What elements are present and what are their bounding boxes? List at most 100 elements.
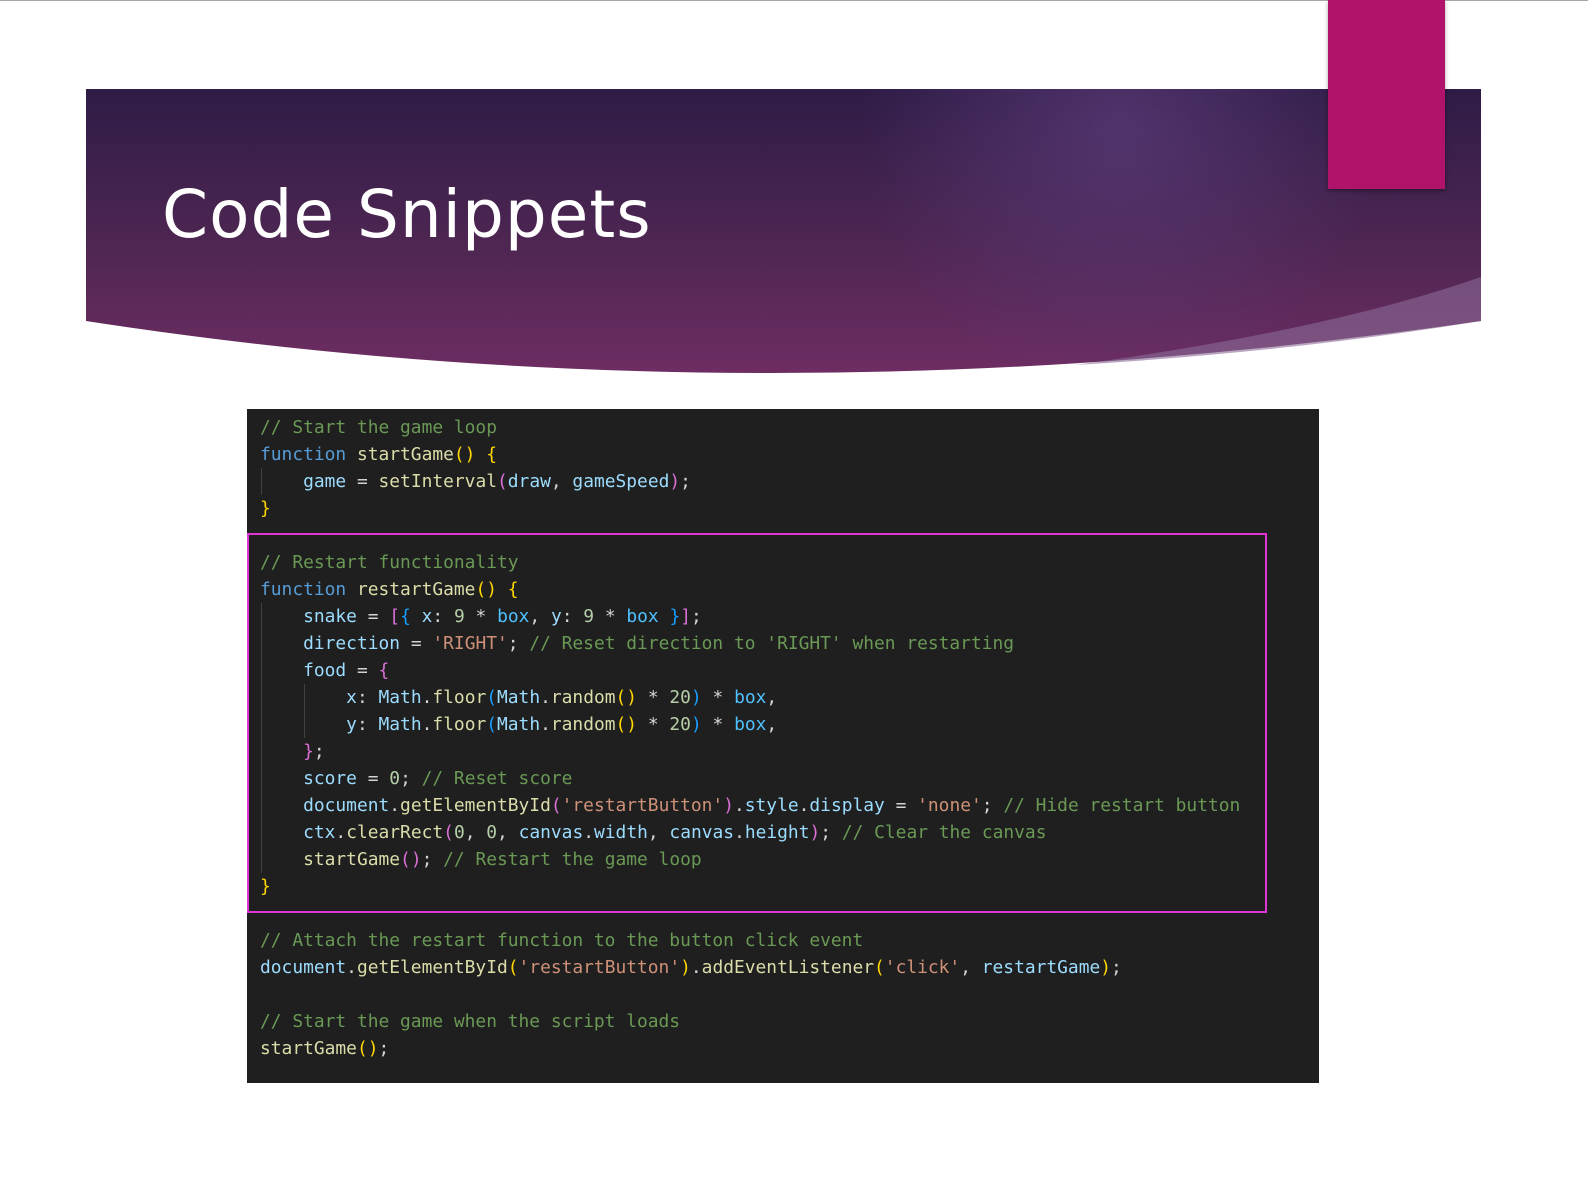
code-token: .: [733, 795, 745, 816]
code-token: canvas: [518, 822, 584, 843]
code-token: ;: [421, 849, 444, 870]
code-token: Math: [378, 714, 422, 735]
code-token: *: [464, 606, 498, 627]
code-token: // Start the game when the script loads: [260, 1011, 681, 1032]
code-token: ,: [647, 822, 670, 843]
code-line: startGame(); // Restart the game loop: [260, 846, 1240, 873]
code-token: =: [346, 471, 379, 492]
code-token: score: [303, 768, 357, 789]
code-token: 0: [486, 822, 498, 843]
code-token: ): [723, 795, 734, 816]
code-token: (): [615, 687, 638, 708]
code-token: ,: [529, 606, 551, 627]
code-token: (: [486, 687, 498, 708]
code-token: ctx: [303, 822, 336, 843]
code-line: // Restart functionality: [260, 549, 1240, 576]
code-token: {: [486, 444, 498, 465]
code-token: .: [540, 687, 551, 708]
code-token: ): [690, 687, 702, 708]
code-token: .: [798, 795, 810, 816]
code-line: food = {: [260, 657, 1240, 684]
code-token: ;: [400, 768, 422, 789]
code-token: .: [540, 714, 551, 735]
code-token: =: [356, 768, 390, 789]
code-token: box: [734, 687, 767, 708]
code-token: draw: [507, 471, 551, 492]
code-line: score = 0; // Reset score: [260, 765, 1240, 792]
code-token: ;: [981, 795, 1004, 816]
code-token: .: [734, 822, 745, 843]
code-token: (): [453, 444, 476, 465]
code-token: ,: [464, 822, 487, 843]
code-line: x: Math.floor(Math.random() * 20) * box,: [260, 684, 1240, 711]
code-token: height: [744, 822, 810, 843]
code-token: clearRect: [346, 822, 444, 843]
code-line: document.getElementById('restartButton')…: [260, 792, 1240, 819]
code-token: ;: [313, 741, 325, 762]
code-token: ;: [378, 1038, 390, 1059]
code-token: (: [497, 471, 508, 492]
code-token: width: [594, 822, 648, 843]
code-token: document: [260, 957, 347, 978]
code-token: startGame: [356, 444, 454, 465]
code-token: 0: [453, 822, 465, 843]
code-token: ;: [691, 606, 702, 627]
code-token: ,: [766, 714, 778, 735]
code-token: :: [561, 606, 584, 627]
code-token: (: [507, 957, 519, 978]
code-token: .: [421, 687, 433, 708]
code-token: *: [594, 606, 627, 627]
code-token: =: [346, 660, 379, 681]
code-line: direction = 'RIGHT'; // Reset direction …: [260, 630, 1240, 657]
code-token: y: [346, 714, 357, 735]
code-token: 20: [669, 714, 691, 735]
code-token: x: [346, 687, 357, 708]
code-token: ,: [960, 957, 982, 978]
code-snippet-panel: // Start the game loop function startGame…: [247, 409, 1319, 1083]
code-line: // Start the game loop: [260, 414, 1240, 441]
code-token: 0: [389, 768, 401, 789]
slide: Code Snippets // Start the game loop func…: [0, 0, 1588, 1193]
code-token: ,: [550, 471, 573, 492]
code-token: food: [303, 660, 347, 681]
code-token: Math: [497, 714, 541, 735]
code-token: .: [583, 822, 595, 843]
code-token: 'restartButton': [561, 795, 724, 816]
code-token: *: [637, 687, 670, 708]
code-line: // Start the game when the script loads: [260, 1008, 1240, 1035]
code-token: .: [421, 714, 433, 735]
code-token: 'click': [884, 957, 961, 978]
code-token: *: [637, 714, 670, 735]
code-token: =: [884, 795, 918, 816]
code-token: game: [303, 471, 347, 492]
code-token: }: [303, 741, 314, 762]
code-token: getElementById: [356, 957, 508, 978]
code-token: :: [432, 606, 454, 627]
code-token: // Hide restart button: [1003, 795, 1241, 816]
accent-tab: [1328, 0, 1445, 189]
code-token: setInterval: [378, 471, 497, 492]
code-line: function startGame() {: [260, 441, 1240, 468]
code-token: (: [486, 714, 498, 735]
code-token: :: [356, 687, 379, 708]
code-token: Math: [497, 687, 541, 708]
code-token: box: [734, 714, 767, 735]
code-token: [: [389, 606, 401, 627]
code-token: {: [400, 606, 411, 627]
code-token: restartGame: [981, 957, 1101, 978]
code-token: random: [550, 714, 616, 735]
code-token: getElementById: [400, 795, 551, 816]
code-token: // Clear the canvas: [841, 822, 1047, 843]
